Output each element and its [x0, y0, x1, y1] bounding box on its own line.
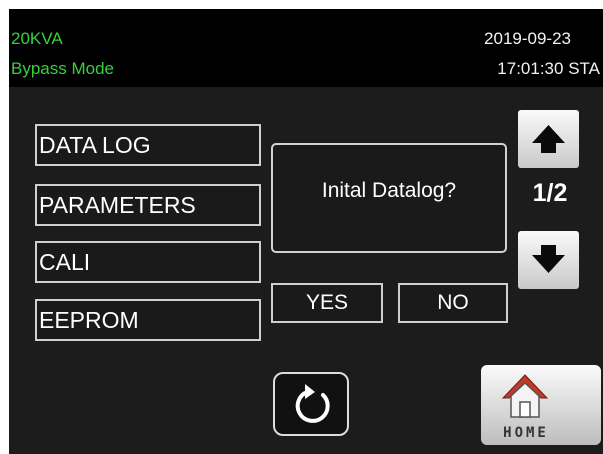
menu-item-cali[interactable]: CALI [35, 241, 261, 283]
confirm-dialog: Inital Datalog? [271, 143, 507, 253]
page-up-button[interactable] [518, 110, 579, 168]
refresh-back-icon [295, 384, 330, 423]
dialog-message: Inital Datalog? [321, 179, 457, 202]
arrow-down-icon [532, 245, 565, 273]
page-down-button[interactable] [518, 231, 579, 289]
menu-item-data-log[interactable]: DATA LOG [35, 124, 261, 166]
model-label: 20KVA [11, 29, 63, 48]
operating-mode-label: Bypass Mode [11, 59, 114, 78]
menu-item-parameters[interactable]: PARAMETERS [35, 184, 261, 226]
arrow-up-icon [532, 125, 565, 153]
status-bar: 20KVA Bypass Mode 2019-09-23 17:01:30 ST… [9, 9, 603, 87]
time-label: 17:01:30 STA [497, 59, 600, 78]
home-button[interactable]: HOME [481, 365, 601, 445]
date-label: 2019-09-23 [484, 29, 571, 48]
page-indicator: 1/2 [532, 179, 568, 207]
no-button[interactable]: NO [398, 283, 508, 323]
home-label: HOME [503, 425, 549, 441]
ups-screen: 20KVA Bypass Mode 2019-09-23 17:01:30 ST… [9, 9, 603, 454]
yes-button[interactable]: YES [271, 283, 383, 323]
menu-item-eeprom[interactable]: EEPROM [35, 299, 261, 341]
back-button[interactable] [273, 372, 349, 436]
